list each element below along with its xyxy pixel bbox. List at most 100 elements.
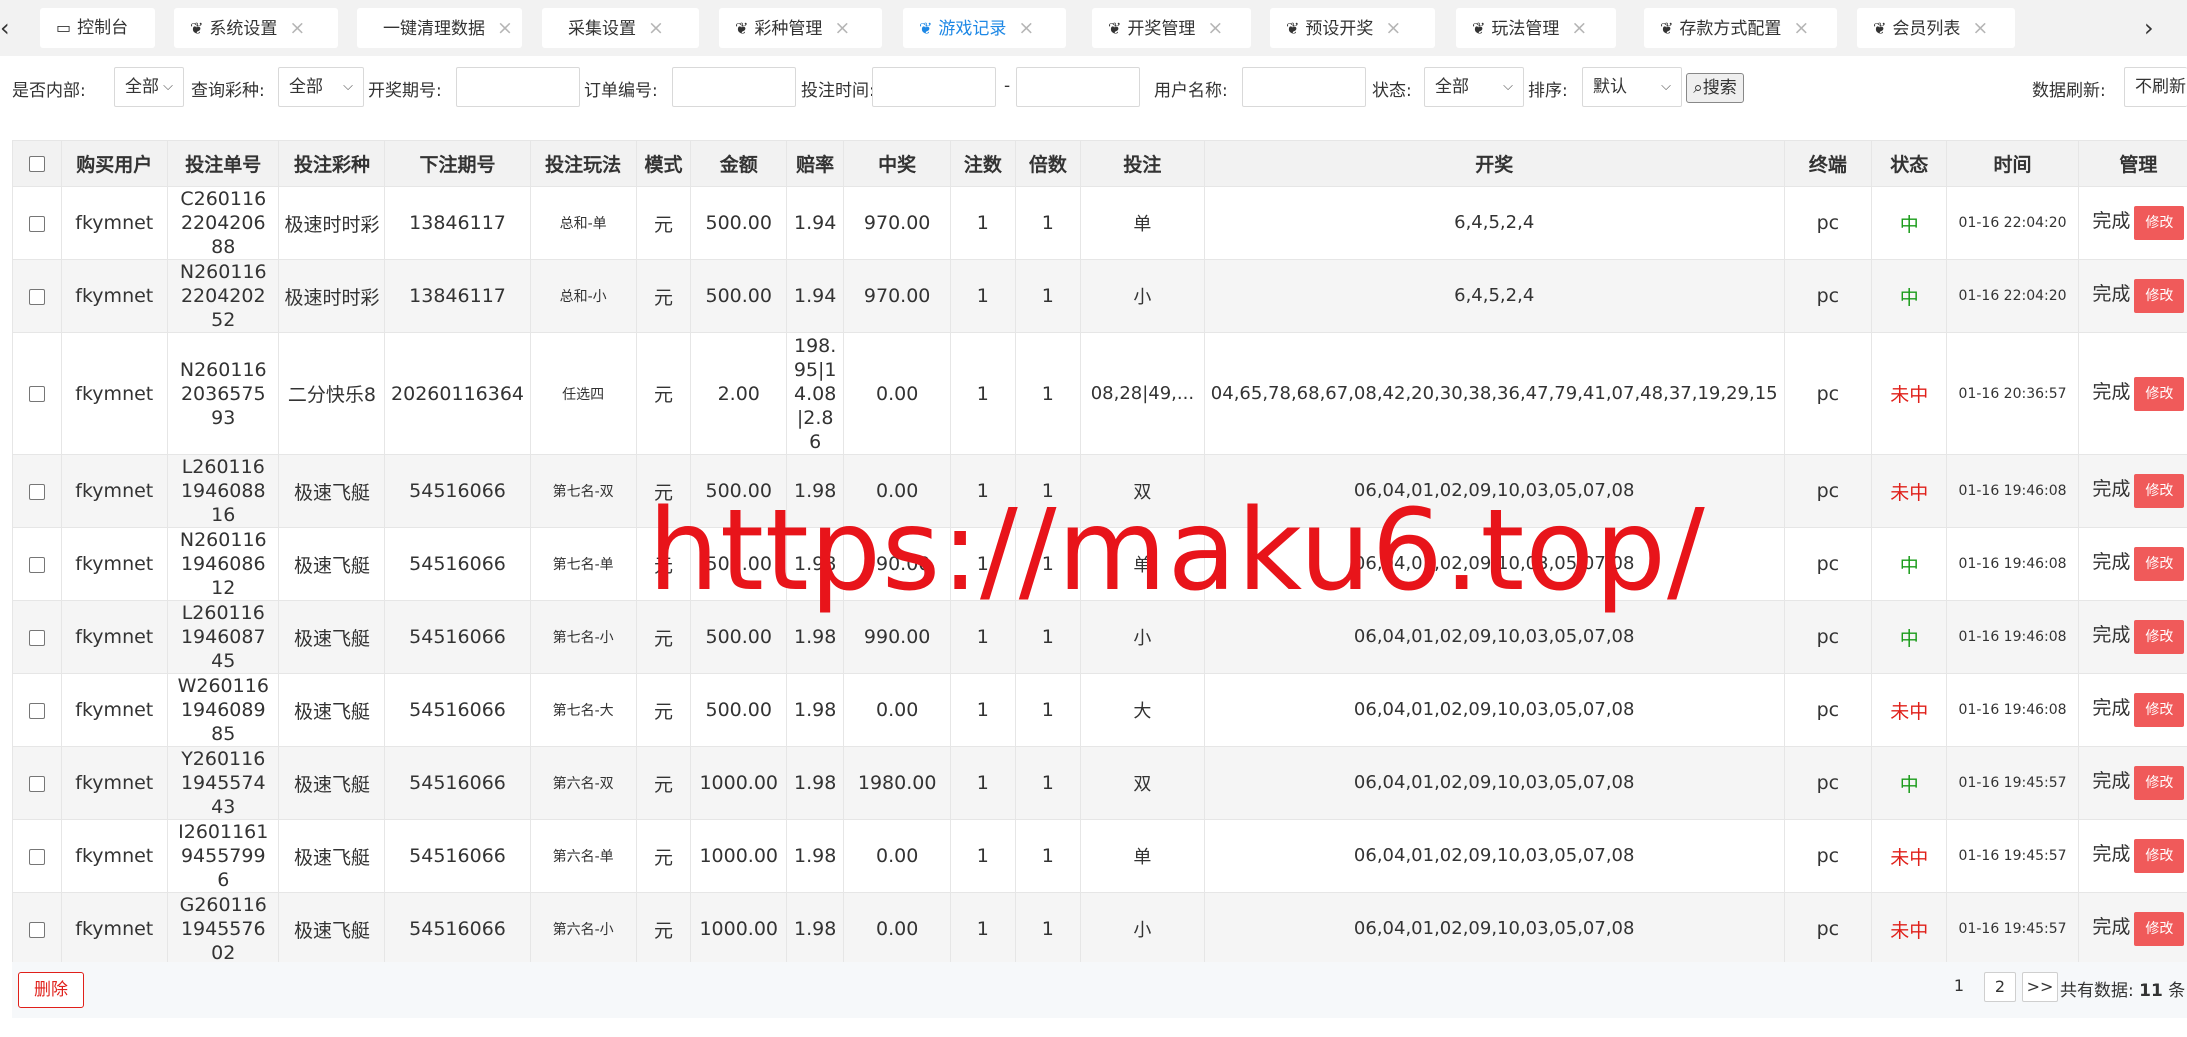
cell-status: 未中 [1871, 454, 1948, 528]
row-checkbox[interactable] [28, 556, 45, 573]
table-row[interactable]: fkymnet I260116194557996 极速飞艇 54516066 第六名-单… [12, 819, 2187, 893]
cell-draw: 06,04,01,02,09,10,03,05,07,08 [1203, 746, 1785, 820]
cell-order: N260116194608612 [167, 527, 280, 601]
row-select-cell [12, 259, 62, 333]
cell-period: 54516066 [384, 673, 531, 747]
row-checkbox[interactable] [28, 848, 45, 865]
search-icon: ⌕ [1693, 78, 1703, 98]
cell-multiple: 1 [1014, 746, 1081, 820]
tab-label: 游戏记录 [938, 19, 1007, 39]
tab-2[interactable]: 一键清理数据 × [357, 8, 522, 48]
tab-10[interactable]: ❦ 会员列表 × [1857, 8, 2015, 48]
is-internal-select[interactable]: 全部 ⌵ [114, 67, 184, 107]
close-tab-icon[interactable]: × [1018, 17, 1034, 39]
cell-user: fkymnet [60, 819, 169, 893]
next-page-button[interactable]: >> [2022, 972, 2058, 1002]
tab-scroll-left-icon[interactable]: ‹ [0, 14, 10, 42]
cell-bet: 单 [1079, 186, 1205, 260]
cell-win: 0.00 [843, 332, 952, 455]
cell-amount: 1000.00 [690, 892, 788, 966]
close-tab-icon[interactable]: × [1571, 17, 1587, 39]
table-row[interactable]: fkymnet G260116194557602 极速飞艇 54516066 第六名-小… [12, 892, 2187, 966]
table-row[interactable]: fkymnet Y260116194557443 极速飞艇 54516066 第六名-双… [12, 746, 2187, 820]
cell-lottery: 极速飞艇 [278, 819, 386, 893]
row-checkbox[interactable] [28, 921, 45, 938]
edit-button[interactable]: 修改 [2134, 206, 2185, 240]
close-tab-icon[interactable]: × [497, 17, 513, 39]
page-1-button[interactable]: 1 [1944, 972, 1974, 1002]
row-select-cell [12, 332, 62, 455]
tab-3[interactable]: 采集设置 × [542, 8, 699, 48]
edit-button[interactable]: 修改 [2134, 279, 2185, 313]
tab-1[interactable]: ❦ 系统设置 × [174, 8, 338, 48]
sort-select[interactable]: 默认 ⌵ [1582, 67, 1682, 107]
table-row[interactable]: fkymnet W260116194608985 极速飞艇 54516066 第七名-大… [12, 673, 2187, 747]
refresh-select[interactable]: 不刷新 [2124, 67, 2187, 107]
tab-4[interactable]: ❦ 彩种管理 × [719, 8, 882, 48]
page-2-button[interactable]: 2 [1984, 972, 2016, 1002]
total-info: 共有数据: 11 条 [2060, 976, 2185, 1001]
tab-8[interactable]: ❦ 玩法管理 × [1456, 8, 1616, 48]
cell-manage: 完成 修改 [2077, 332, 2187, 455]
edit-button[interactable]: 修改 [2134, 766, 2185, 800]
edit-button[interactable]: 修改 [2134, 912, 2185, 946]
cell-time: 01-16 19:46:08 [1946, 454, 2079, 528]
order-input[interactable] [672, 67, 796, 107]
close-tab-icon[interactable]: × [834, 17, 850, 39]
edit-button[interactable]: 修改 [2134, 620, 2185, 654]
cell-win: 970.00 [843, 186, 952, 260]
close-tab-icon[interactable]: × [289, 17, 305, 39]
tab-6[interactable]: ❦ 开奖管理 × [1092, 8, 1251, 48]
user-input[interactable] [1242, 67, 1366, 107]
done-label: 完成 [2092, 551, 2131, 573]
tab-7[interactable]: ❦ 预设开奖 × [1270, 8, 1435, 48]
cell-order: I260116194557996 [167, 819, 280, 893]
edit-button[interactable]: 修改 [2134, 376, 2185, 411]
row-checkbox[interactable] [28, 629, 45, 646]
cell-period: 54516066 [384, 819, 531, 893]
tab-5[interactable]: ❦ 游戏记录 × [903, 8, 1066, 48]
table-row[interactable]: fkymnet N260116220420252 极速时时彩 13846117 总和-小… [12, 259, 2187, 333]
close-tab-icon[interactable]: × [648, 17, 664, 39]
lottery-select[interactable]: 全部 ⌵ [278, 67, 364, 107]
edit-button[interactable]: 修改 [2134, 839, 2185, 873]
cell-lottery: 极速飞艇 [278, 746, 386, 820]
time-start-input[interactable] [872, 67, 996, 107]
tab-9[interactable]: ❦ 存款方式配置 × [1644, 8, 1837, 48]
close-tab-icon[interactable]: × [1385, 17, 1401, 39]
lottery-label: 查询彩种: [191, 81, 265, 101]
cell-win: 0.00 [843, 892, 952, 966]
status-select[interactable]: 全部 ⌵ [1424, 67, 1524, 107]
cell-user: fkymnet [60, 527, 169, 601]
search-button[interactable]: ⌕搜索 [1686, 73, 1744, 103]
tab-scroll-right-icon[interactable]: › [2144, 14, 2154, 42]
row-checkbox[interactable] [28, 483, 45, 500]
chevron-down-icon: ⌵ [163, 79, 173, 94]
close-tab-icon[interactable]: × [1972, 17, 1988, 39]
row-checkbox[interactable] [28, 386, 45, 402]
row-select-cell [12, 892, 62, 966]
row-checkbox[interactable] [28, 702, 45, 719]
select-all-checkbox[interactable] [28, 156, 45, 172]
table-row[interactable]: fkymnet C260116220420688 极速时时彩 13846117 总和-单… [12, 186, 2187, 260]
edit-button[interactable]: 修改 [2134, 693, 2185, 727]
row-checkbox[interactable] [28, 288, 45, 305]
done-label: 完成 [2092, 380, 2131, 403]
palm-icon: ❦ [1286, 19, 1300, 38]
edit-button[interactable]: 修改 [2134, 474, 2185, 508]
tab-0[interactable]: ▭ 控制台 [40, 8, 155, 48]
close-tab-icon[interactable]: × [1793, 17, 1809, 39]
cell-odds: 1.98 [786, 892, 845, 966]
delete-button[interactable]: 删除 [18, 972, 84, 1008]
period-input[interactable] [456, 67, 580, 107]
order-label: 订单编号: [584, 81, 658, 101]
row-checkbox[interactable] [28, 775, 45, 792]
search-button-label: 搜索 [1702, 78, 1737, 98]
time-end-input[interactable] [1016, 67, 1140, 107]
close-tab-icon[interactable]: × [1207, 17, 1223, 39]
table-row[interactable]: fkymnet N260116203657593 二分快乐8 20260116364 任… [12, 332, 2187, 455]
edit-button[interactable]: 修改 [2134, 547, 2185, 581]
cell-period: 13846117 [384, 186, 531, 260]
cell-mode: 元 [635, 819, 692, 893]
row-checkbox[interactable] [28, 215, 45, 232]
